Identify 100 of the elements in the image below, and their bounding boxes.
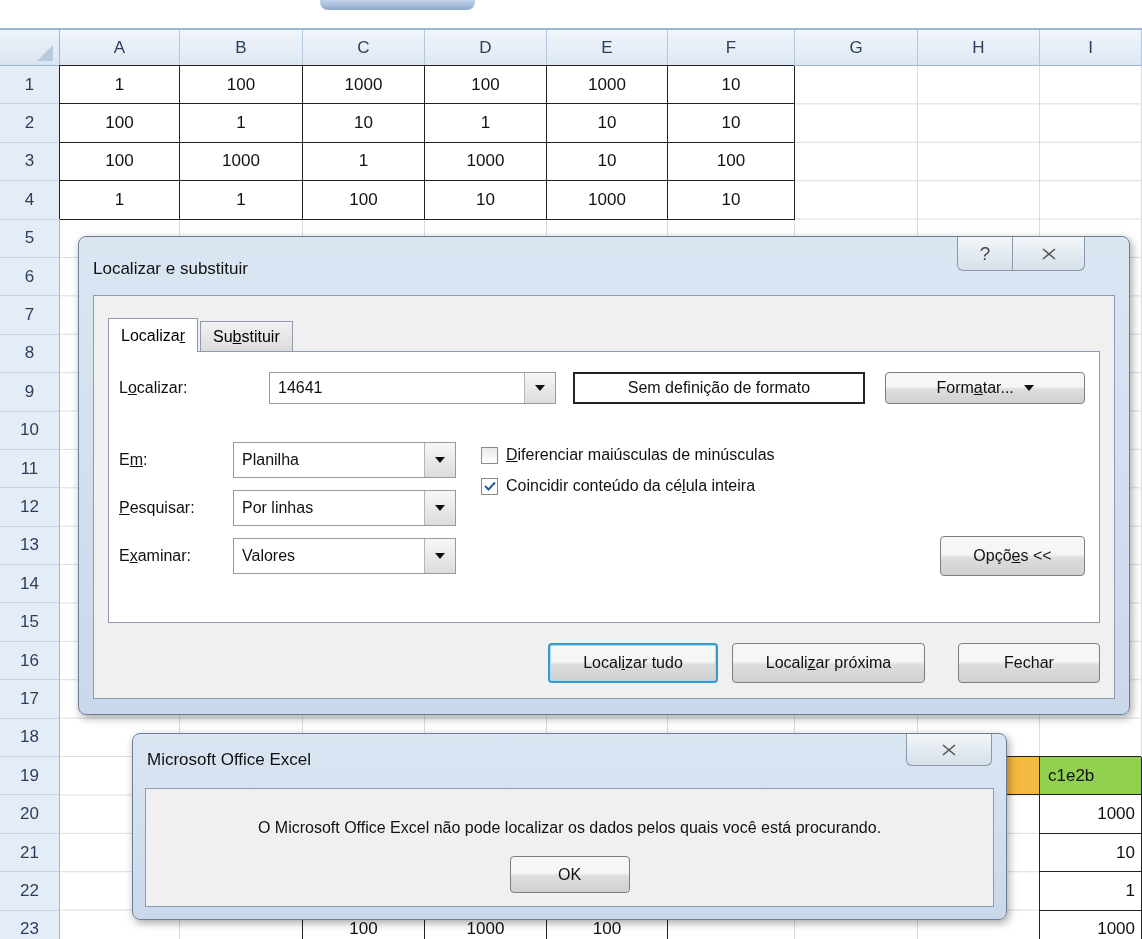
table-cell: 10 [668, 66, 795, 105]
close-button[interactable] [906, 734, 992, 766]
caret-icon [1023, 385, 1034, 391]
row-header[interactable]: 23 [0, 910, 60, 939]
row-header[interactable]: 11 [0, 449, 60, 489]
field-label: Em: [119, 451, 149, 469]
table-cell: 10 [303, 104, 425, 143]
row-header[interactable]: 12 [0, 488, 60, 527]
dropdown-button[interactable] [424, 539, 455, 573]
tab[interactable]: Localizar [108, 318, 199, 352]
format-preview: Sem definição de formato [572, 372, 866, 404]
window-title: Microsoft Office Excel [146, 749, 312, 770]
message-text: O Microsoft Office Excel não pode localizar os dados pelos quais você está procurando. [257, 819, 882, 837]
options-button[interactable]: Opções << [940, 536, 1085, 576]
column-header[interactable]: C [303, 30, 425, 66]
table-cell: 100 [425, 66, 547, 105]
table-cell: 1000 [547, 66, 668, 105]
row-header[interactable]: 2 [0, 104, 60, 143]
dropdown-field[interactable]: Por linhas [233, 490, 456, 526]
row-header[interactable]: 14 [0, 565, 60, 604]
table-cell: c1e2b [1040, 757, 1142, 796]
column-header[interactable]: I [1040, 30, 1142, 66]
row-header[interactable]: 7 [0, 296, 60, 335]
field-label: Pesquisar: [119, 499, 196, 517]
dropdown-button[interactable] [424, 491, 455, 525]
row-header[interactable]: 1 [0, 66, 60, 105]
table-cell: 1 [60, 181, 180, 220]
table-cell: 10 [547, 104, 668, 143]
table-cell: 10 [668, 104, 795, 143]
table-cell: 1000 [425, 142, 547, 182]
row-header[interactable]: 6 [0, 257, 60, 297]
checkbox-label: Coincidir conteúdo da célula inteira [506, 477, 756, 495]
row-header[interactable]: 21 [0, 833, 60, 873]
table-cell: 10 [668, 181, 795, 220]
dialog-button[interactable]: Localizar próxima [732, 643, 925, 683]
row-header[interactable]: 20 [0, 795, 60, 834]
row-header[interactable]: 4 [0, 181, 60, 220]
row-header[interactable]: 3 [0, 142, 60, 182]
dropdown-field[interactable]: 14641 [269, 372, 556, 404]
table-cell: 100 [60, 142, 180, 182]
table-cell: 100 [180, 66, 303, 105]
row-header[interactable]: 22 [0, 872, 60, 911]
row-header[interactable]: 15 [0, 603, 60, 642]
split-handle[interactable] [320, 0, 475, 10]
ok-button[interactable]: OK [509, 856, 630, 893]
checkbox[interactable] [481, 477, 498, 495]
dialog-button[interactable]: Fechar [958, 643, 1100, 683]
table-cell: 100 [60, 104, 180, 143]
table-cell: 1 [303, 142, 425, 182]
checkbox-label: Diferenciar maiúsculas de minúsculas [506, 446, 775, 464]
row-header[interactable]: 18 [0, 718, 60, 758]
tab[interactable]: Substituir [200, 321, 293, 351]
table-cell: 10 [425, 181, 547, 220]
table-cell: 1000 [180, 142, 303, 182]
corner-triangle-icon [37, 45, 53, 61]
format-button[interactable]: Formatar... [885, 372, 1085, 404]
row-header[interactable]: 16 [0, 641, 60, 681]
caret-icon [435, 505, 445, 511]
table-cell: 1000 [303, 66, 425, 105]
row-header[interactable]: 17 [0, 680, 60, 719]
checkbox[interactable] [481, 446, 498, 464]
dropdown-field[interactable]: Planilha [233, 442, 456, 478]
caret-icon [435, 457, 445, 463]
table-cell: 1 [60, 66, 180, 105]
dropdown-button[interactable] [424, 443, 455, 477]
column-header[interactable]: D [425, 30, 547, 66]
caret-icon [534, 385, 545, 391]
caret-icon [435, 553, 445, 559]
table-cell: 1000 [547, 181, 668, 220]
field-label: Localizar: [119, 379, 189, 397]
table-cell: 1 [425, 104, 547, 143]
row-header[interactable]: 10 [0, 411, 60, 450]
dialog-button[interactable]: Localizar tudo [548, 643, 718, 683]
column-header[interactable]: G [795, 30, 918, 66]
dropdown-field[interactable]: Valores [233, 538, 456, 574]
dropdown-button[interactable] [523, 373, 555, 403]
row-header[interactable]: 13 [0, 526, 60, 566]
close-icon [1041, 247, 1056, 260]
table-cell: 1 [180, 104, 303, 143]
table-cell: 10 [1040, 833, 1142, 873]
table-cell: 10 [547, 142, 668, 182]
close-icon [942, 743, 956, 756]
table-cell: 1000 [1040, 795, 1142, 834]
window-title: Localizar e substituir [92, 258, 248, 279]
field-label: Examinar: [119, 547, 193, 565]
column-header[interactable]: H [918, 30, 1040, 66]
row-header[interactable]: 9 [0, 373, 60, 412]
row-header[interactable]: 8 [0, 334, 60, 374]
row-header[interactable]: 19 [0, 757, 60, 796]
column-header[interactable]: F [668, 30, 795, 66]
column-header[interactable]: B [180, 30, 303, 66]
column-header[interactable]: E [547, 30, 668, 66]
table-cell: 1 [180, 181, 303, 220]
table-cell: 100 [668, 142, 795, 182]
table-cell: 100 [303, 181, 425, 220]
row-header[interactable]: 5 [0, 219, 60, 258]
column-header[interactable]: A [60, 30, 180, 66]
table-cell: 1 [1040, 872, 1142, 911]
help-button[interactable]: ? [957, 237, 1013, 271]
close-button[interactable] [1013, 237, 1085, 271]
